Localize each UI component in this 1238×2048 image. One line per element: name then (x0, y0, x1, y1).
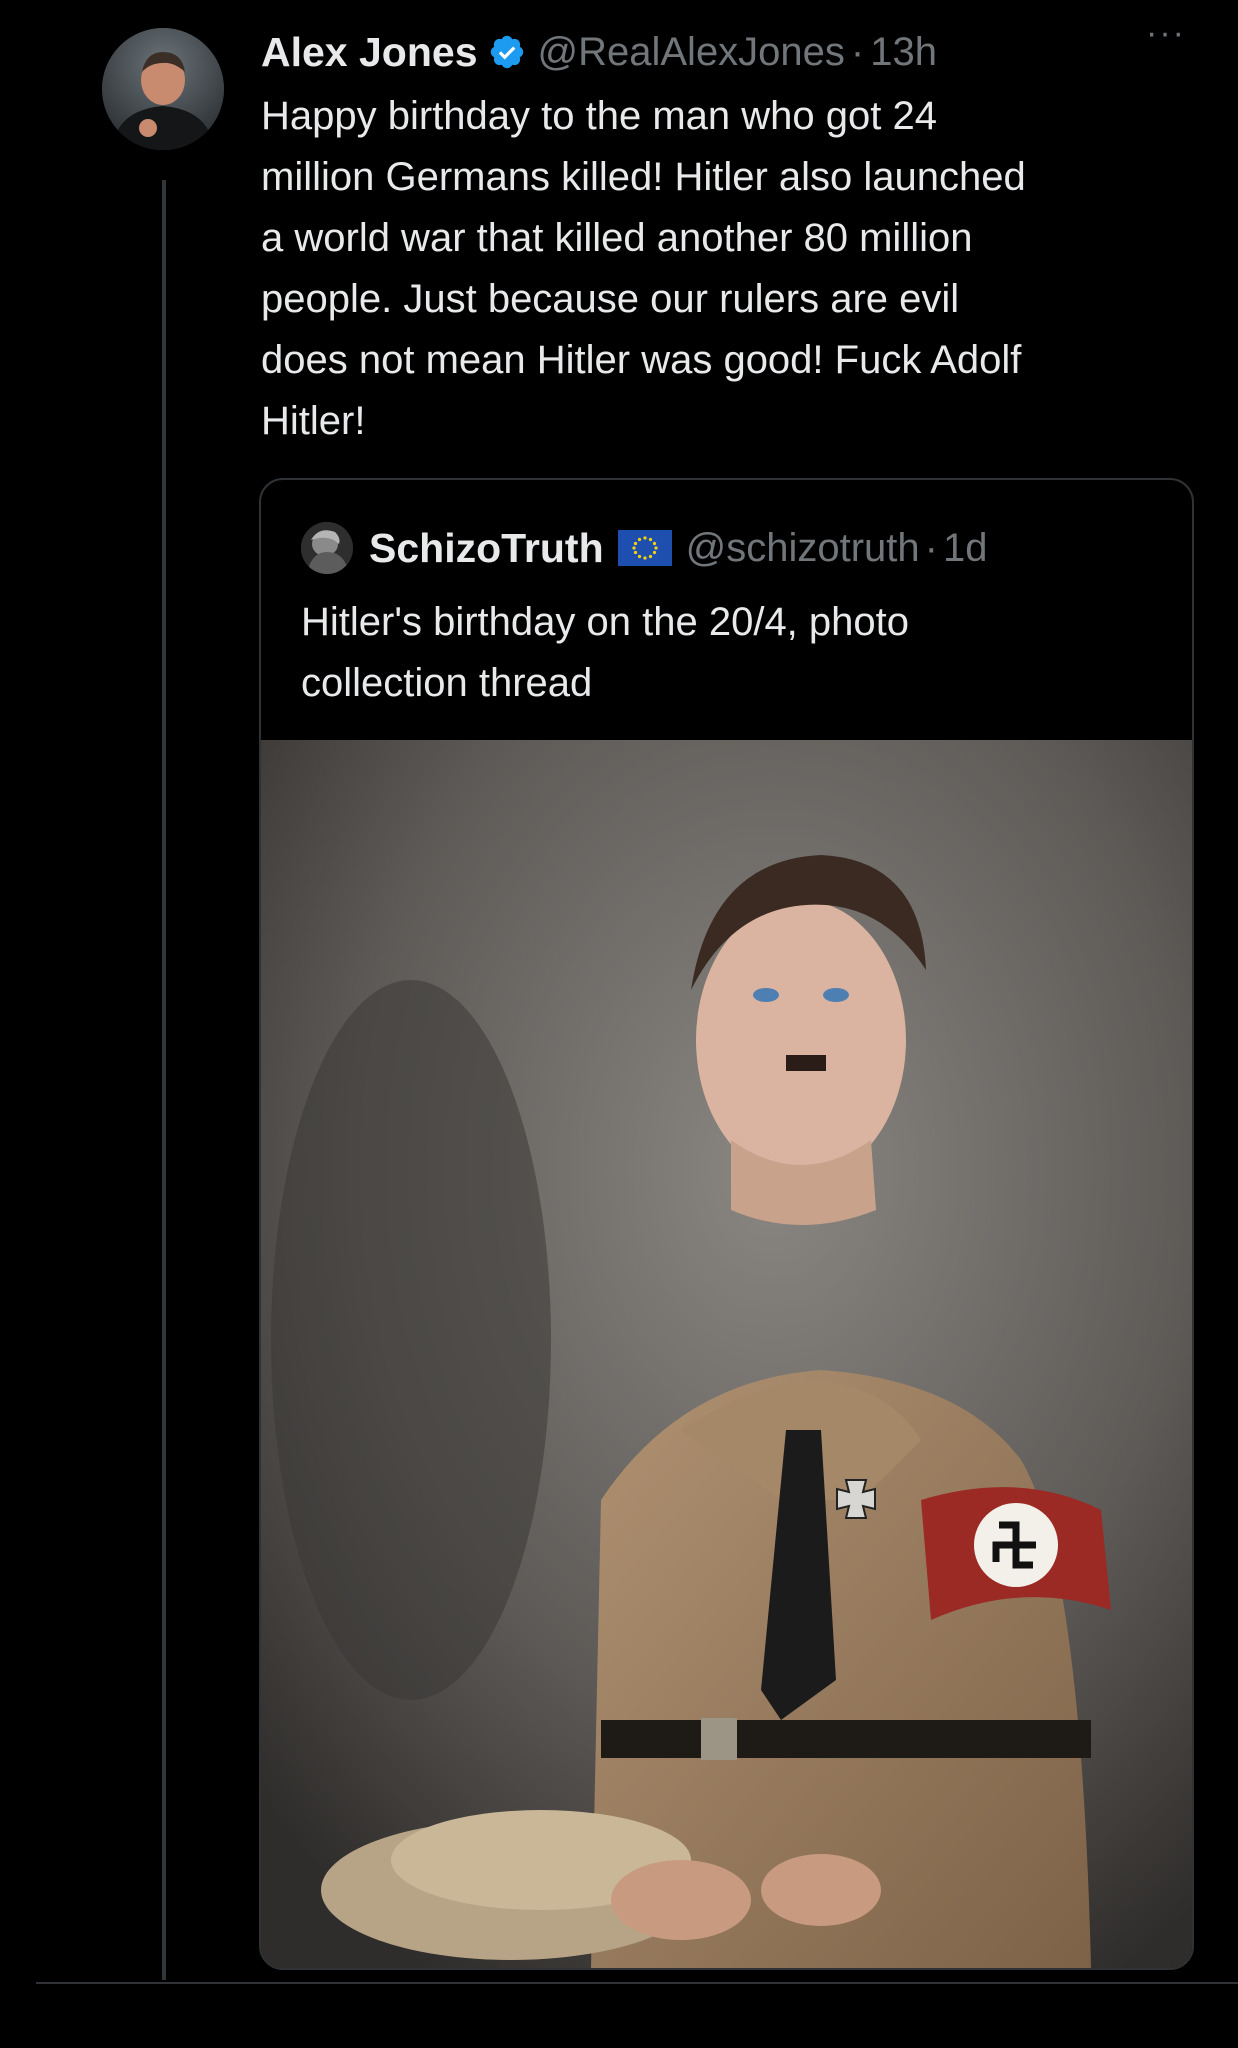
tweet-timestamp[interactable]: 13h (870, 30, 937, 75)
more-options-icon[interactable]: ··· (1146, 14, 1186, 53)
author-display-name[interactable]: Alex Jones (261, 29, 478, 76)
author-avatar[interactable] (102, 28, 224, 150)
tweet-text: Happy birthday to the man who got 24 mil… (261, 94, 1026, 443)
quoted-tweet-timestamp[interactable]: 1d (943, 526, 988, 571)
quoted-author-avatar[interactable] (301, 522, 353, 574)
eu-flag-icon (617, 530, 672, 566)
historical-portrait-photo (261, 740, 1192, 1968)
quoted-meta-separator: · (924, 525, 938, 570)
quoted-tweet-photo[interactable] (261, 740, 1192, 1968)
quoted-author-avatar-image (301, 522, 353, 574)
quoted-tweet-text: Hitler's birthday on the 20/4, photo col… (301, 600, 910, 705)
meta-separator: · (850, 29, 865, 74)
quoted-author-handle[interactable]: @schizotruth (686, 526, 920, 571)
quoted-tweet-header: SchizoTruth @schizotruth · 1d (301, 518, 1161, 578)
thread-line (162, 180, 166, 1980)
author-handle[interactable]: @RealAlexJones (538, 30, 845, 75)
tweet-header: Alex Jones @RealAlexJones · 13h (261, 22, 1191, 82)
author-avatar-image (102, 28, 224, 150)
quoted-author-display-name[interactable]: SchizoTruth (369, 525, 604, 572)
quoted-tweet[interactable]: SchizoTruth @schizotruth · 1d Hitler's b… (259, 478, 1194, 1970)
verified-badge-icon (490, 35, 523, 69)
tweet[interactable]: Alex Jones @RealAlexJones · 13h ··· Happ… (0, 0, 1238, 2048)
tweet-divider (36, 1982, 1238, 1984)
